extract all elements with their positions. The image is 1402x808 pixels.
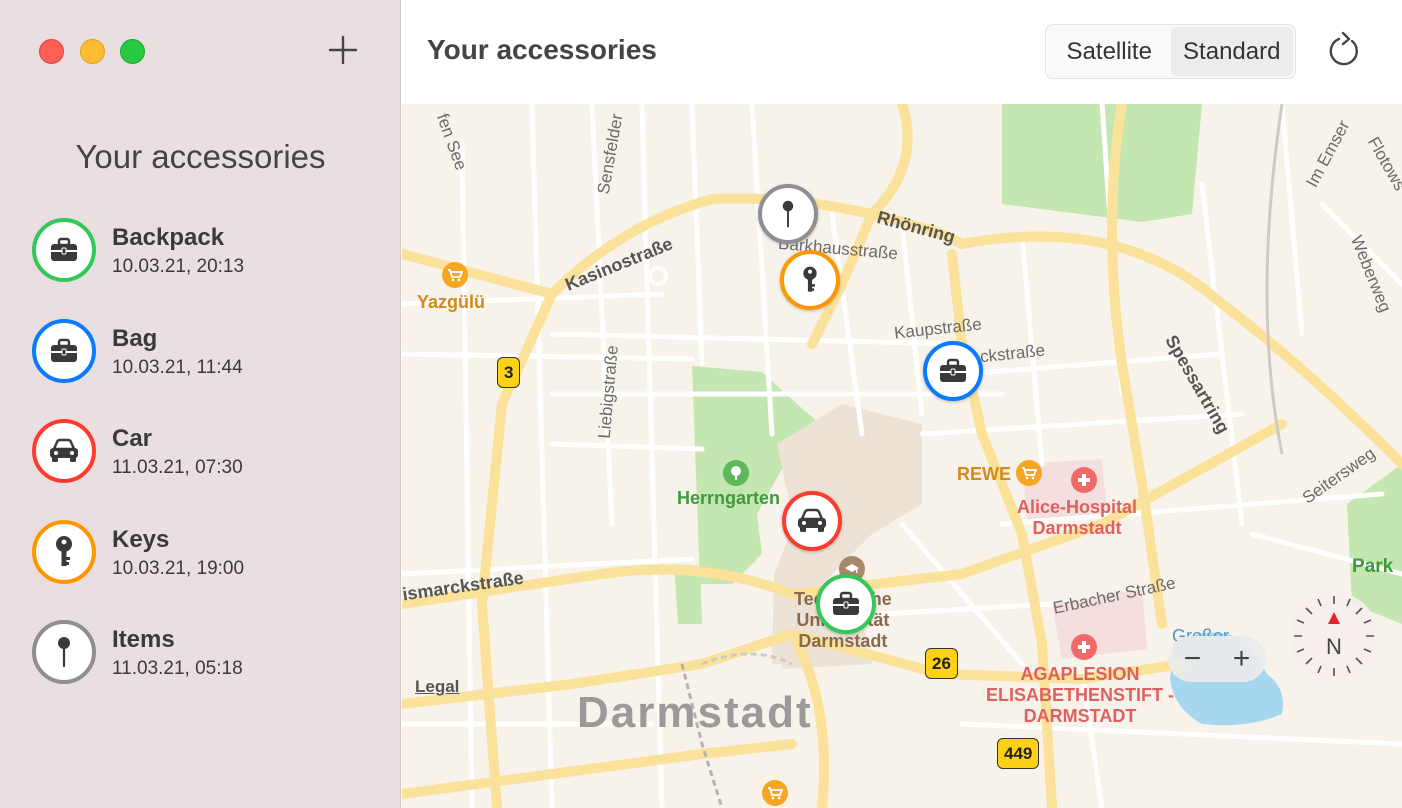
poi-label-line: DARMSTADT (1023, 706, 1137, 726)
sidebar: Your accessories Backpack 10.03.21, 20:1… (0, 0, 401, 808)
hospital-icon (1071, 467, 1097, 493)
accessory-date: 11.03.21, 05:18 (112, 658, 243, 679)
standard-mode-button[interactable]: Standard (1170, 27, 1293, 76)
legal-link[interactable]: Legal (415, 677, 459, 697)
refresh-button[interactable] (1326, 31, 1362, 69)
zoom-out-button[interactable]: − (1168, 636, 1217, 682)
accessory-date: 11.03.21, 07:30 (112, 457, 243, 478)
poi-label-line: AGAPLESION (1020, 664, 1140, 684)
car-icon (798, 508, 826, 532)
accessory-item-bag[interactable]: Bag 10.03.21, 11:44 (32, 318, 372, 420)
route-shield: 26 (925, 648, 958, 679)
route-shield: 3 (497, 357, 521, 388)
accessory-item-car[interactable]: Car 11.03.21, 07:30 (32, 419, 372, 520)
map-pin-keys[interactable] (780, 250, 840, 310)
poi-label: REWE (957, 464, 1011, 484)
briefcase-icon (51, 237, 77, 261)
key-icon (803, 266, 817, 292)
accessory-avatar (32, 419, 96, 483)
accessory-name: Bag (112, 324, 158, 352)
accessory-name: Items (112, 626, 175, 653)
refresh-icon (1329, 31, 1358, 66)
map-pin-items[interactable] (758, 184, 818, 244)
tree-icon (723, 460, 749, 486)
park-label: Park (1352, 556, 1394, 577)
accessory-avatar (32, 620, 96, 684)
add-accessory-button[interactable] (326, 33, 360, 67)
sidebar-title: Your accessories (75, 138, 326, 175)
briefcase-icon (940, 358, 966, 382)
hospital-icon (1071, 634, 1097, 660)
map-mode-segmented-control: Satellite Standard (1045, 24, 1296, 79)
page-title: Your accessories (427, 34, 657, 65)
accessory-date: 10.03.21, 20:13 (112, 256, 245, 277)
accessory-name: Car (112, 425, 153, 452)
map-pin-backpack[interactable] (816, 574, 876, 634)
pin-icon (782, 200, 794, 228)
poi-label-line: Alice-Hospital (1017, 497, 1138, 517)
plus-icon (328, 35, 358, 65)
poi-label: Yazgülü (417, 292, 486, 312)
grocery-icon (1016, 460, 1042, 486)
satellite-mode-button[interactable]: Satellite (1048, 27, 1171, 76)
accessory-item-keys[interactable]: Keys 10.03.21, 19:00 (32, 519, 372, 621)
zoom-control: − + (1168, 636, 1266, 682)
zoom-in-button[interactable]: + (1217, 636, 1266, 682)
poi-label: Herrngarten (677, 488, 781, 508)
poi-label-line: ELISABETHENSTIFT - (986, 685, 1174, 705)
briefcase-icon (833, 591, 859, 615)
accessory-item-items[interactable]: Items 11.03.21, 05:18 (32, 620, 372, 721)
accessory-name: Backpack (112, 224, 225, 251)
poi-label-line: Darmstadt (798, 631, 888, 651)
map-pin-bag[interactable] (923, 341, 983, 401)
accessory-item-backpack[interactable]: Backpack 10.03.21, 20:13 (32, 218, 372, 319)
grocery-icon (762, 780, 788, 806)
map-view[interactable]: Kasinostraße Rhönring Barkhausstraße Kau… (402, 104, 1402, 808)
close-window-button[interactable] (39, 39, 64, 64)
compass-button[interactable]: N (1290, 592, 1378, 680)
poi-label-line: Darmstadt (1032, 518, 1122, 538)
map-base-layer (402, 104, 1402, 808)
route-shield: 449 (997, 738, 1040, 769)
accessory-avatar (32, 218, 96, 282)
city-label: Darmstadt (577, 688, 813, 737)
minimize-window-button[interactable] (80, 39, 105, 64)
zoom-window-button[interactable] (120, 39, 145, 64)
poi-label: AGAPLESION ELISABETHENSTIFT - DARMSTADT (986, 664, 1174, 727)
accessory-name: Keys (112, 525, 170, 553)
briefcase-icon (51, 338, 77, 362)
key-icon (56, 535, 72, 566)
compass-label: N (1326, 634, 1342, 659)
toolbar: Your accessories Satellite Standard (402, 0, 1402, 104)
accessory-avatar (32, 318, 96, 383)
accessory-date: 10.03.21, 11:44 (112, 356, 243, 378)
accessory-avatar (32, 519, 96, 584)
map-pin-car[interactable] (782, 491, 842, 551)
accessory-list: Backpack 10.03.21, 20:13 Bag 10.03.21, 1… (32, 218, 372, 721)
car-icon (50, 438, 78, 462)
grocery-icon (442, 262, 468, 288)
accessory-date: 10.03.21, 19:00 (112, 557, 245, 579)
poi-label: Alice-Hospital Darmstadt (1017, 497, 1137, 539)
pin-icon (58, 637, 70, 668)
